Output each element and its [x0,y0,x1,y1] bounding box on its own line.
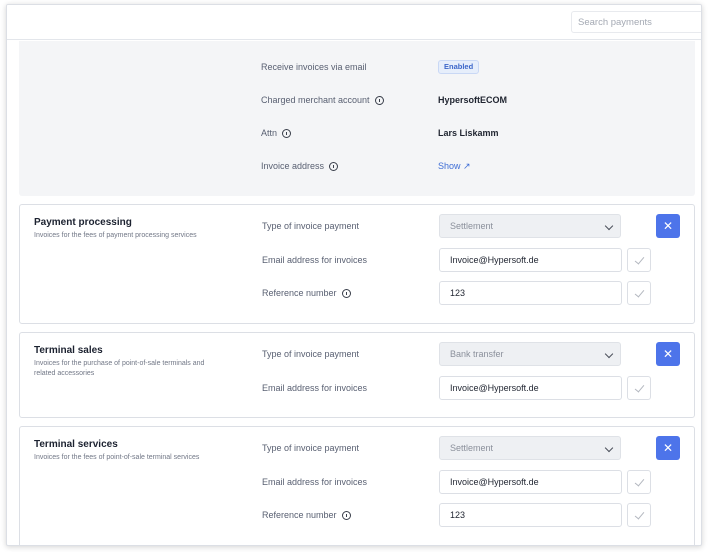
address-label-wrap: Invoice address [261,154,339,178]
confirm-reference-button[interactable] [627,503,651,527]
billing-settings-window: Receive invoices via email Enabled Charg… [6,4,702,546]
reference-row: Reference number 123 [262,281,682,305]
info-icon[interactable] [282,128,292,138]
merchant-label-wrap: Charged merchant account [261,88,384,112]
reference-number-value: 123 [450,510,466,520]
invoice-type-value: Settlement [450,443,494,453]
search-input[interactable] [571,11,701,33]
invoice-email-field[interactable]: Invoice@Hypersoft.de [439,470,622,494]
invoice-type-value: Bank transfer [450,349,504,359]
address-row: Invoice address Show ↗ [261,154,681,178]
chevron-down-icon [604,221,614,231]
info-icon[interactable] [329,161,339,171]
invoice-type-row: Type of invoice payment Settlement [262,214,682,238]
merchant-label: Charged merchant account [261,95,370,105]
remove-section-button[interactable]: ✕ [656,436,680,460]
reference-number-field[interactable]: 123 [439,503,622,527]
remove-section-button[interactable]: ✕ [656,342,680,366]
status-badge: Enabled [438,60,480,74]
remove-section-button[interactable]: ✕ [656,214,680,238]
confirm-email-button[interactable] [627,376,651,400]
invoice-type-row: Type of invoice payment Settlement [262,436,682,460]
reference-number-value: 123 [450,288,466,298]
merchant-value: HypersoftECOM [438,95,508,105]
invoice-email-value: Invoice@Hypersoft.de [450,383,539,393]
invoice-email-label: Email address for invoices [262,255,368,265]
terminal-sales-section: Terminal sales Invoices for the purchase… [19,332,695,418]
receive-email-label: Receive invoices via email [261,62,367,72]
section-title: Terminal services [34,439,118,450]
reference-row: Reference number 123 [262,503,682,527]
terminal-services-section: Terminal services Invoices for the fees … [19,426,695,545]
section-description: Invoices for the purchase of point-of-sa… [34,360,205,377]
payment-processing-section: Payment processing Invoices for the fees… [19,204,695,324]
section-description: Invoices for the fees of point-of-sale t… [34,454,200,461]
info-icon[interactable] [341,510,351,520]
info-icon[interactable] [341,288,351,298]
reference-label: Reference number [262,510,337,520]
invoice-type-row: Type of invoice payment Bank transfer [262,342,682,366]
attn-row: Attn Lars Liskamm [261,121,681,145]
invoice-email-row: Email address for invoices Invoice@Hyper… [262,248,682,272]
section-description: Invoices for the fees of payment process… [34,232,197,239]
show-address-link[interactable]: Show ↗ [438,154,471,178]
invoice-email-field[interactable]: Invoice@Hypersoft.de [439,376,622,400]
chevron-down-icon [604,443,614,453]
attn-label-wrap: Attn [261,121,292,145]
attn-label: Attn [261,128,278,138]
receive-email-row: Receive invoices via email Enabled [261,55,681,79]
section-title: Terminal sales [34,345,103,356]
invoice-type-select[interactable]: Settlement [439,214,621,238]
reference-number-field[interactable]: 123 [439,281,622,305]
invoice-email-row: Email address for invoices Invoice@Hyper… [262,470,682,494]
invoice-type-label: Type of invoice payment [262,349,360,359]
reference-label-wrap: Reference number [262,503,351,527]
invoice-type-label: Type of invoice payment [262,221,360,231]
invoice-email-label: Email address for invoices [262,383,368,393]
close-icon: ✕ [662,441,674,455]
invoice-email-row: Email address for invoices Invoice@Hyper… [262,376,682,400]
confirm-email-button[interactable] [627,470,651,494]
attn-value: Lars Liskamm [438,128,499,138]
merchant-row: Charged merchant account HypersoftECOM [261,88,681,112]
invoice-type-select[interactable]: Settlement [439,436,621,460]
section-title: Payment processing [34,217,132,228]
close-icon: ✕ [662,347,674,361]
close-icon: ✕ [662,219,674,233]
reference-label: Reference number [262,288,337,298]
top-bar [7,5,701,40]
confirm-email-button[interactable] [627,248,651,272]
invoice-type-value: Settlement [450,221,494,231]
invoice-email-value: Invoice@Hypersoft.de [450,255,539,265]
address-label: Invoice address [261,161,325,171]
chevron-down-icon [604,349,614,359]
confirm-reference-button[interactable] [627,281,651,305]
info-icon[interactable] [374,95,384,105]
invoice-type-label: Type of invoice payment [262,443,360,453]
invoice-summary-panel: Receive invoices via email Enabled Charg… [19,41,695,196]
invoice-type-select[interactable]: Bank transfer [439,342,621,366]
reference-label-wrap: Reference number [262,281,351,305]
invoice-email-value: Invoice@Hypersoft.de [450,477,539,487]
invoice-email-field[interactable]: Invoice@Hypersoft.de [439,248,622,272]
invoice-email-label: Email address for invoices [262,477,368,487]
